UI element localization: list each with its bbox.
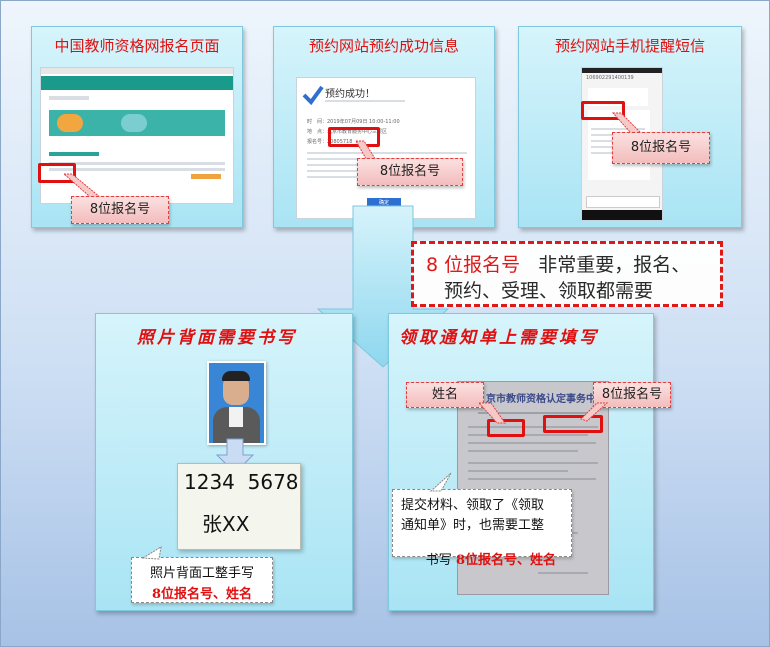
photo-note-line: 照片背面工整手写 bbox=[149, 566, 254, 581]
notice-note-highlight: 8位报名号、姓名 bbox=[455, 553, 556, 568]
callout-pointer bbox=[477, 402, 506, 424]
notice-note-text: 书写 bbox=[425, 553, 456, 568]
registration-number-callout: 8位报名号 bbox=[71, 196, 169, 224]
callout-pointer bbox=[429, 472, 452, 492]
panel-sms-reminder: 预约网站手机提醒短信 106902291400139 bbox=[518, 26, 742, 228]
panel-success-info: 预约网站预约成功信息 预约成功！ 时 间：2019年07月09日 10:00-1… bbox=[273, 26, 495, 228]
note-line-1: 8 位报名号 非常重要，报名、 bbox=[426, 250, 690, 277]
notice-note-line: 通知单》时，也需要工整 bbox=[401, 518, 545, 533]
note-text: 非常重要，报名、 bbox=[538, 254, 691, 276]
callout-pointer bbox=[580, 402, 609, 422]
callout-pointer bbox=[141, 546, 162, 560]
photo-note-callout: 照片背面工整手写 8位报名号、姓名 bbox=[131, 557, 273, 603]
id-photo bbox=[207, 361, 266, 445]
important-note-box: 8 位报名号 非常重要，报名、 预约、受理、领取都需要 bbox=[411, 241, 723, 307]
photo-note-highlight: 8位报名号、姓名 bbox=[151, 587, 253, 602]
note-line-2: 预约、受理、领取都需要 bbox=[444, 280, 654, 302]
sms-sender: 106902291400139 bbox=[586, 75, 634, 81]
panel-title: 预约网站预约成功信息 bbox=[308, 37, 459, 55]
notice-panel-title: 领取通知单上需要填写 bbox=[399, 328, 599, 348]
checkmark-icon bbox=[302, 85, 324, 106]
sample-name: 张XX bbox=[202, 512, 250, 536]
sms-number-callout: 8位报名号 bbox=[612, 132, 710, 164]
notice-note-line-3: 书写 8位报名号、姓名 bbox=[401, 534, 556, 583]
dialog-line: 时 间：2019年07月09日 10:00-11:00 bbox=[307, 119, 400, 125]
panel-title: 中国教师资格网报名页面 bbox=[54, 37, 220, 55]
notice-note-callout: 提交材料、领取了《领取 通知单》时，也需要工整 书写 8位报名号、姓名 bbox=[392, 489, 572, 568]
dialog-heading: 预约成功！ bbox=[325, 89, 375, 100]
photo-panel-title: 照片背面需要书写 bbox=[137, 328, 297, 348]
success-number-callout: 8位报名号 bbox=[357, 158, 463, 186]
photo-back-card: 1234 5678 张XX bbox=[177, 463, 301, 550]
diagram-frame: 中国教师资格网报名页面 8位报名号 预约网站预约成功信息 预约成功！ 时 间：2… bbox=[0, 0, 770, 647]
note-highlight: 8 位报名号 bbox=[426, 254, 521, 276]
panel-title: 预约网站手机提醒短信 bbox=[554, 37, 705, 55]
sample-number: 1234 5678 bbox=[184, 470, 299, 494]
